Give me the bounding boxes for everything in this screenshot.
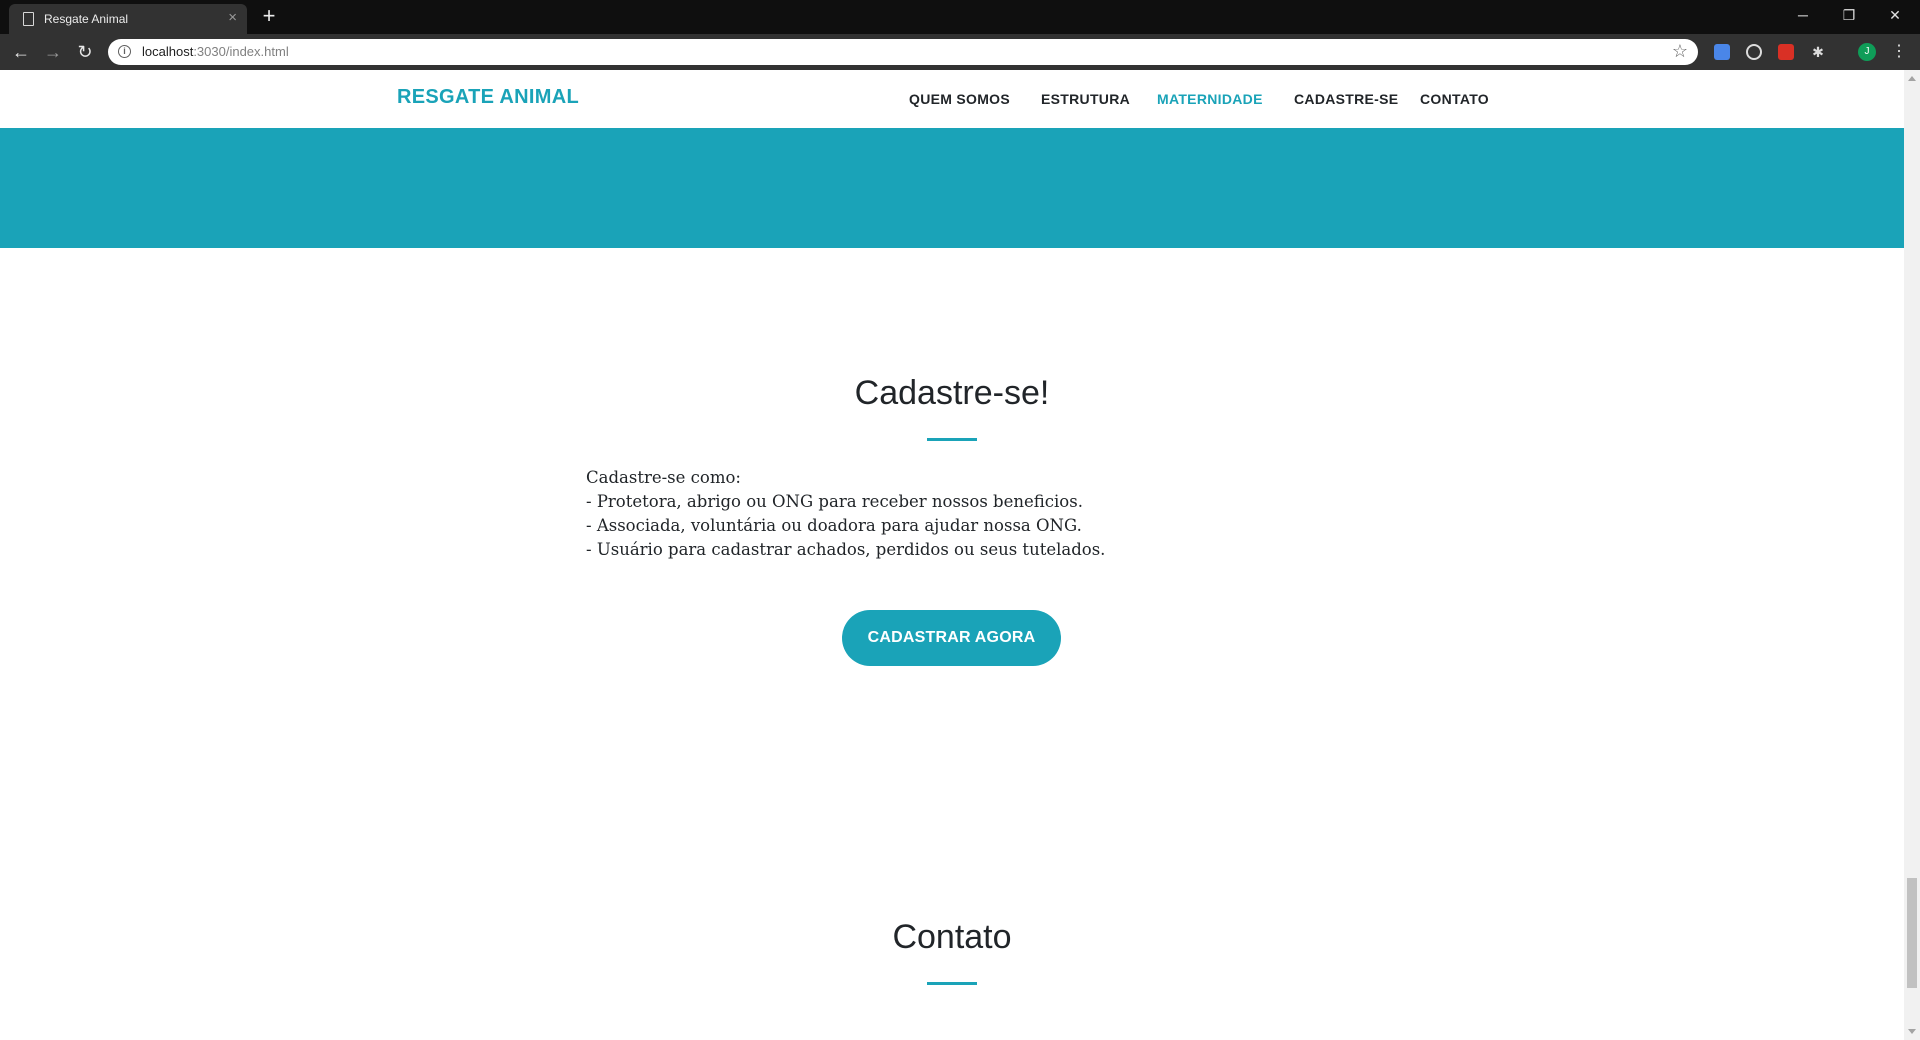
address-bar[interactable]: i localhost:3030/index.html ☆ <box>108 39 1698 65</box>
nav-cadastre-se[interactable]: CADASTRE-SE <box>1294 91 1398 107</box>
translate-extension-icon[interactable] <box>1714 44 1730 60</box>
cadastrar-agora-button[interactable]: CADASTRAR AGORA <box>842 610 1061 666</box>
hero-band <box>0 128 1904 248</box>
target-extension-icon[interactable] <box>1746 44 1762 60</box>
new-tab-button[interactable]: + <box>256 3 282 29</box>
browser-tab[interactable]: Resgate Animal × <box>9 4 247 34</box>
browser-menu-icon[interactable]: ⋮ <box>1886 40 1912 64</box>
signup-line: Cadastre-se como: <box>586 468 741 487</box>
minimize-icon[interactable]: ─ <box>1780 0 1826 30</box>
nav-quem-somos[interactable]: QUEM SOMOS <box>909 91 1010 107</box>
info-icon[interactable]: i <box>118 45 131 58</box>
scroll-up-icon[interactable] <box>1908 76 1916 81</box>
profile-avatar[interactable]: J <box>1858 43 1876 61</box>
reload-icon[interactable]: ↻ <box>72 40 98 64</box>
nav-estrutura[interactable]: ESTRUTURA <box>1041 91 1130 107</box>
brand-logo[interactable]: RESGATE ANIMAL <box>397 86 579 109</box>
page-icon <box>23 12 34 26</box>
scroll-down-icon[interactable] <box>1908 1029 1916 1034</box>
contact-title: Contato <box>892 918 1012 956</box>
signup-divider <box>927 438 977 441</box>
url-text: localhost:3030/index.html <box>142 44 289 59</box>
nav-contato[interactable]: CONTATO <box>1420 91 1489 107</box>
signup-description: Cadastre-se como: - Protetora, abrigo ou… <box>586 466 1105 562</box>
page-scrollbar[interactable] <box>1904 70 1920 1040</box>
react-extension-icon[interactable]: ✱ <box>1810 44 1826 60</box>
back-icon[interactable]: ← <box>8 40 34 64</box>
signup-line: - Usuário para cadastrar achados, perdid… <box>586 540 1106 559</box>
signup-line: - Protetora, abrigo ou ONG para receber … <box>586 492 1083 511</box>
signup-title: Cadastre-se! <box>854 374 1050 412</box>
tab-close-icon[interactable]: × <box>228 10 237 26</box>
browser-tab-strip: Resgate Animal × + ─ ❐ ✕ <box>0 0 1920 34</box>
scrollbar-thumb[interactable] <box>1907 878 1917 988</box>
bookmark-star-icon[interactable]: ☆ <box>1672 41 1688 62</box>
window-close-icon[interactable]: ✕ <box>1872 0 1918 30</box>
cors-extension-icon[interactable] <box>1778 44 1794 60</box>
page-viewport: RESGATE ANIMAL QUEM SOMOS ESTRUTURA MATE… <box>0 70 1904 1040</box>
forward-icon[interactable]: → <box>40 40 66 64</box>
browser-toolbar: ← → ↻ i localhost:3030/index.html ☆ ✱ J … <box>0 34 1920 70</box>
nav-maternidade[interactable]: MATERNIDADE <box>1157 91 1263 107</box>
signup-line: - Associada, voluntária ou doadora para … <box>586 516 1082 535</box>
restore-icon[interactable]: ❐ <box>1826 0 1872 30</box>
tab-title: Resgate Animal <box>44 12 129 26</box>
url-path: :3030/index.html <box>193 44 289 59</box>
contact-divider <box>927 982 977 985</box>
site-navbar: RESGATE ANIMAL QUEM SOMOS ESTRUTURA MATE… <box>0 70 1904 128</box>
url-host: localhost <box>142 44 194 59</box>
